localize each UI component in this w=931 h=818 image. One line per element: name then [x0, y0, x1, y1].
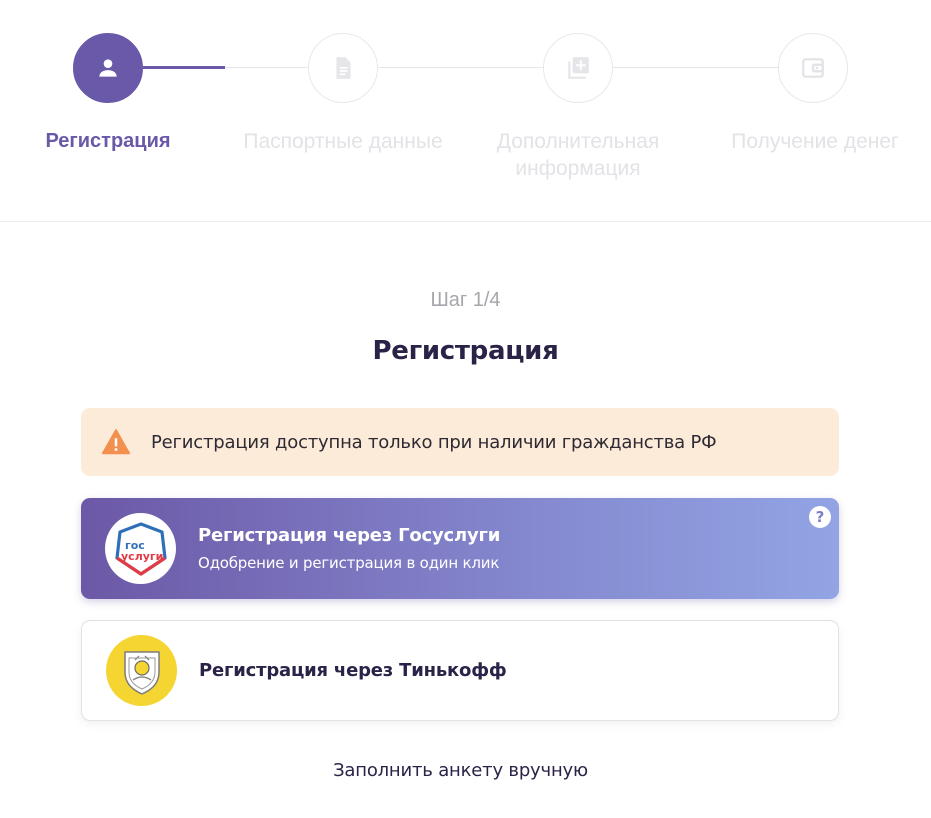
step-label-money: Получение денег: [731, 130, 899, 153]
gosuslugi-card-text: Регистрация через Госуслуги Одобрение и …: [198, 525, 500, 572]
stepper-line: [378, 67, 543, 68]
add-library-icon: [568, 57, 589, 79]
page-title: Регистрация: [372, 336, 559, 366]
gosuslugi-subtitle: Одобрение и регистрация в один клик: [198, 554, 500, 572]
step-circle-additional: [543, 33, 613, 103]
step-counter: Шаг 1/4: [430, 289, 501, 311]
tinkoff-registration-button[interactable]: Регистрация через Тинькофф: [81, 620, 839, 721]
warning-icon: [101, 429, 131, 455]
registration-page: Регистрация Паспортные данные Дополнител…: [0, 0, 931, 818]
user-icon: [99, 59, 117, 77]
progress-stepper: Регистрация Паспортные данные Дополнител…: [0, 0, 931, 222]
stepper-line: [613, 67, 778, 68]
gosuslugi-logo: гос услуги: [105, 513, 176, 584]
document-icon: [336, 57, 351, 79]
gosuslugi-logo-icon: гос услуги: [114, 521, 167, 576]
warning-text: Регистрация доступна только при наличии …: [151, 431, 717, 453]
tinkoff-card-text: Регистрация через Тинькофф: [199, 660, 507, 681]
stepper-progress-line: [143, 66, 225, 69]
step-circle-passport: [308, 33, 378, 103]
step-circle-money: [778, 33, 848, 103]
step-label-passport: Паспортные данные: [243, 130, 443, 153]
step-circle-registration: [73, 33, 143, 103]
help-icon[interactable]: ?: [809, 506, 831, 528]
step-label-registration: Регистрация: [45, 130, 171, 152]
step-label-additional: Дополнительная информация: [496, 130, 660, 180]
gosuslugi-logo-line2: услуги: [121, 550, 163, 563]
tinkoff-title: Регистрация через Тинькофф: [199, 660, 507, 681]
gosuslugi-registration-button[interactable]: гос услуги Регистрация через Госуслуги О…: [81, 498, 839, 599]
tinkoff-logo: [106, 635, 177, 706]
gosuslugi-title: Регистрация через Госуслуги: [198, 525, 501, 546]
fill-manually-link[interactable]: Заполнить анкету вручную: [0, 760, 921, 781]
tinkoff-emblem-icon: [123, 650, 160, 695]
wallet-icon: [802, 58, 824, 78]
citizenship-warning: Регистрация доступна только при наличии …: [81, 408, 839, 476]
stepper-line: [225, 67, 308, 68]
